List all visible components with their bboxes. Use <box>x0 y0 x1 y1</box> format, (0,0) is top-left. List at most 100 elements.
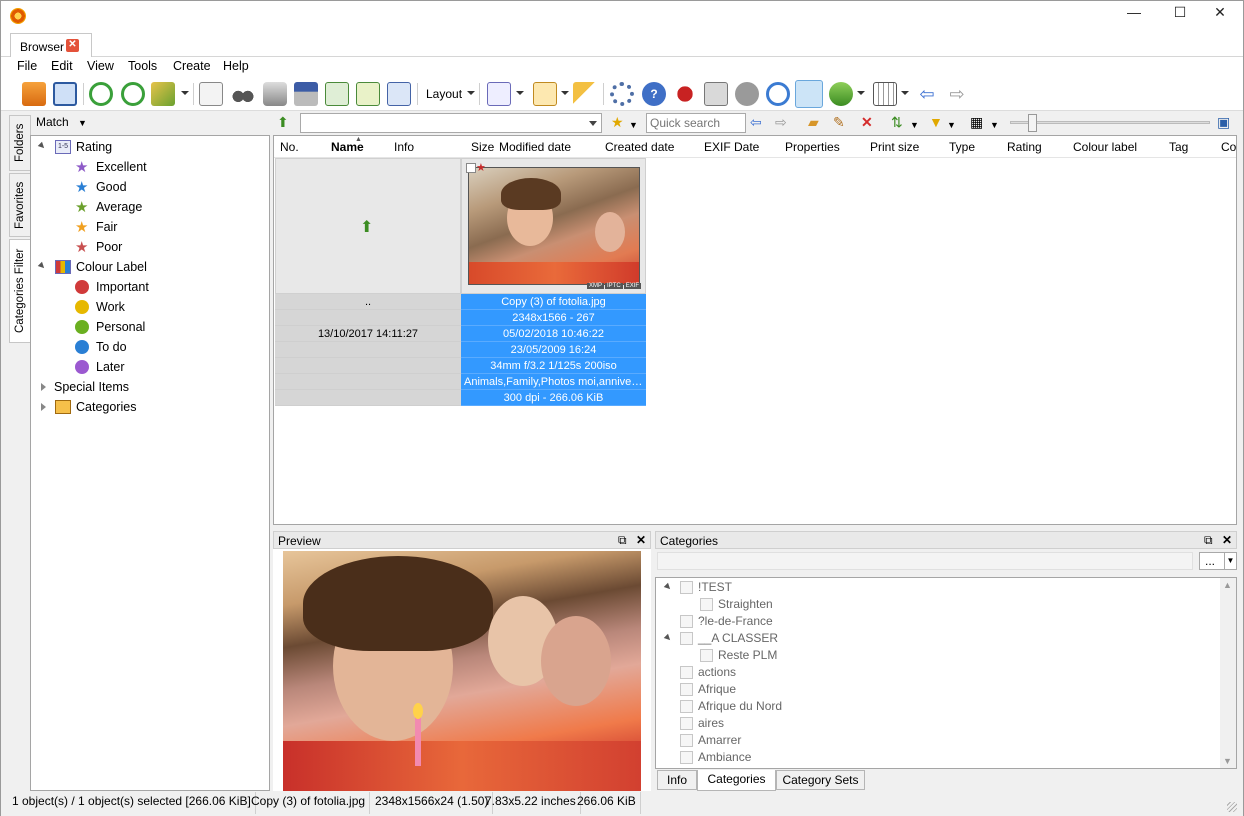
export-icon[interactable] <box>325 82 349 106</box>
print-icon[interactable] <box>263 82 287 106</box>
tab-folders[interactable]: Folders <box>9 115 31 171</box>
tab-categories-filter[interactable]: Categories Filter <box>9 239 31 343</box>
image-edit-icon[interactable] <box>704 82 728 106</box>
open-viewer-icon[interactable] <box>22 82 46 106</box>
bookmark-dropdown-icon[interactable] <box>561 91 569 95</box>
up-folder-icon[interactable]: ⬆ <box>277 114 289 130</box>
grid-view-icon[interactable]: ▦ <box>970 114 983 130</box>
binoculars-icon[interactable] <box>231 82 255 106</box>
scroll-down-icon[interactable]: ▼ <box>1223 756 1232 766</box>
scroll-up-icon[interactable]: ▲ <box>1223 580 1232 590</box>
category-checkbox[interactable] <box>700 598 713 611</box>
layout-button[interactable]: Layout <box>426 87 462 101</box>
category-checkbox[interactable] <box>680 581 693 594</box>
category-checkbox[interactable] <box>680 734 693 747</box>
file-size-cell[interactable]: 300 dpi - 266.06 KiB <box>461 390 646 406</box>
batch-icon[interactable] <box>356 82 380 106</box>
category-checkbox[interactable] <box>680 751 693 764</box>
close-panel-icon[interactable]: ✕ <box>1222 533 1232 547</box>
float-panel-icon[interactable]: ⧉ <box>1204 533 1213 547</box>
preview-eye-icon[interactable] <box>795 80 823 108</box>
category-checkbox[interactable] <box>680 615 693 628</box>
chevron-down-icon[interactable]: ▼ <box>629 117 638 133</box>
folder-tree-icon[interactable] <box>573 82 597 106</box>
panel-layout-icon[interactable]: ▣ <box>1217 114 1230 130</box>
tab-info[interactable]: Info <box>657 770 697 790</box>
thumbnail-size-slider[interactable] <box>1010 121 1210 124</box>
tree-node-important[interactable]: Important <box>75 277 225 297</box>
expand-icon[interactable] <box>41 383 46 391</box>
category-checkbox[interactable] <box>680 632 693 645</box>
category-search-field[interactable] <box>657 552 1193 570</box>
tree-node-fair[interactable]: ★ Fair <box>75 217 117 237</box>
tab-favorites[interactable]: Favorites <box>9 173 31 237</box>
category-checkbox[interactable] <box>680 717 693 730</box>
capture-icon[interactable] <box>387 82 411 106</box>
menu-view[interactable]: View <box>87 59 114 73</box>
column-info[interactable]: Info <box>394 140 414 154</box>
image-thumbnail-item[interactable]: ★ XMP IPTC EXIF <box>461 158 646 294</box>
expand-icon[interactable] <box>663 582 673 592</box>
column-type[interactable]: Type <box>949 140 975 154</box>
category-checkbox[interactable] <box>680 700 693 713</box>
column-modified-date[interactable]: Modified date <box>499 140 571 154</box>
tree-node-poor[interactable]: ★ Poor <box>75 237 122 257</box>
help-icon[interactable]: ? <box>642 82 666 106</box>
parent-folder-thumb[interactable]: ⬆ <box>275 158 461 294</box>
match-dropdown[interactable]: Match ▼ <box>36 115 87 129</box>
parent-folder-item[interactable]: ⬆ .. 13/10/2017 14:11:27 <box>275 158 461 406</box>
preview-image[interactable] <box>283 551 641 791</box>
column-rating[interactable]: Rating <box>1007 140 1042 154</box>
convert-icon[interactable] <box>151 82 175 106</box>
column-size[interactable]: Size <box>471 140 494 154</box>
file-exposure-cell[interactable]: 34mm f/3.2 1/125s 200iso <box>461 358 646 374</box>
category-checkbox[interactable] <box>680 683 693 696</box>
tab-browser[interactable]: Browser ✕ <box>10 33 92 58</box>
quick-search-input[interactable] <box>646 113 746 133</box>
tree-node-personal[interactable]: Personal <box>75 317 225 337</box>
category-more-button[interactable]: ... ▼ <box>1199 552 1237 570</box>
scanner-icon[interactable] <box>294 82 318 106</box>
chevron-down-icon[interactable]: ▼ <box>990 117 999 133</box>
close-panel-icon[interactable]: ✕ <box>636 533 646 547</box>
filter-funnel-icon[interactable]: ▼ <box>929 114 943 130</box>
search-prev-icon[interactable]: ⇦ <box>750 114 762 130</box>
convert-dropdown-icon[interactable] <box>181 91 189 95</box>
rotate-left-icon[interactable] <box>89 82 113 106</box>
rotate-right-icon[interactable] <box>121 82 145 106</box>
column-properties[interactable]: Properties <box>785 140 840 154</box>
tree-node-work[interactable]: Work <box>75 297 225 317</box>
splat-icon[interactable] <box>673 82 697 106</box>
file-exif-date-cell[interactable]: 23/05/2009 16:24 <box>461 342 646 358</box>
tree-node-later[interactable]: Later <box>75 357 225 377</box>
column-no[interactable]: No. <box>280 140 299 154</box>
column-print-size[interactable]: Print size <box>870 140 919 154</box>
tree-node-average[interactable]: ★ Average <box>75 197 142 217</box>
path-combo[interactable] <box>300 113 602 133</box>
fullscreen-icon[interactable] <box>53 82 77 106</box>
record-circle-icon[interactable] <box>735 82 759 106</box>
slideshow-icon[interactable] <box>487 82 511 106</box>
menu-help[interactable]: Help <box>223 59 249 73</box>
file-categories-cell[interactable]: Animals,Family,Photos moi,anniver… <box>461 374 646 390</box>
menu-create[interactable]: Create <box>173 59 211 73</box>
tree-node-todo[interactable]: To do <box>75 337 225 357</box>
menu-edit[interactable]: Edit <box>51 59 73 73</box>
select-checkbox[interactable] <box>466 163 476 173</box>
tab-category-sets[interactable]: Category Sets <box>776 770 865 790</box>
chevron-down-icon[interactable]: ▼ <box>910 117 919 133</box>
forward-arrow-icon[interactable]: ⇨ <box>945 82 969 106</box>
resize-grip[interactable] <box>1227 802 1237 812</box>
close-window-button[interactable]: ✕ <box>1197 1 1243 25</box>
tab-categories[interactable]: Categories <box>697 770 776 791</box>
layout-dropdown-icon[interactable] <box>467 91 475 95</box>
tree-node-colour-label[interactable]: Colour Label <box>37 257 259 277</box>
file-dimensions-cell[interactable]: 2348x1566 - 267 <box>461 310 646 326</box>
new-folder-icon[interactable]: ▰ <box>808 114 819 130</box>
settings-gear-icon[interactable] <box>610 82 634 106</box>
properties-icon[interactable] <box>199 82 223 106</box>
tree-node-categories[interactable]: Categories <box>39 397 239 417</box>
bookmark-icon[interactable] <box>533 82 557 106</box>
slideshow-dropdown-icon[interactable] <box>516 91 524 95</box>
chevron-down-icon[interactable]: ▼ <box>1224 553 1236 569</box>
